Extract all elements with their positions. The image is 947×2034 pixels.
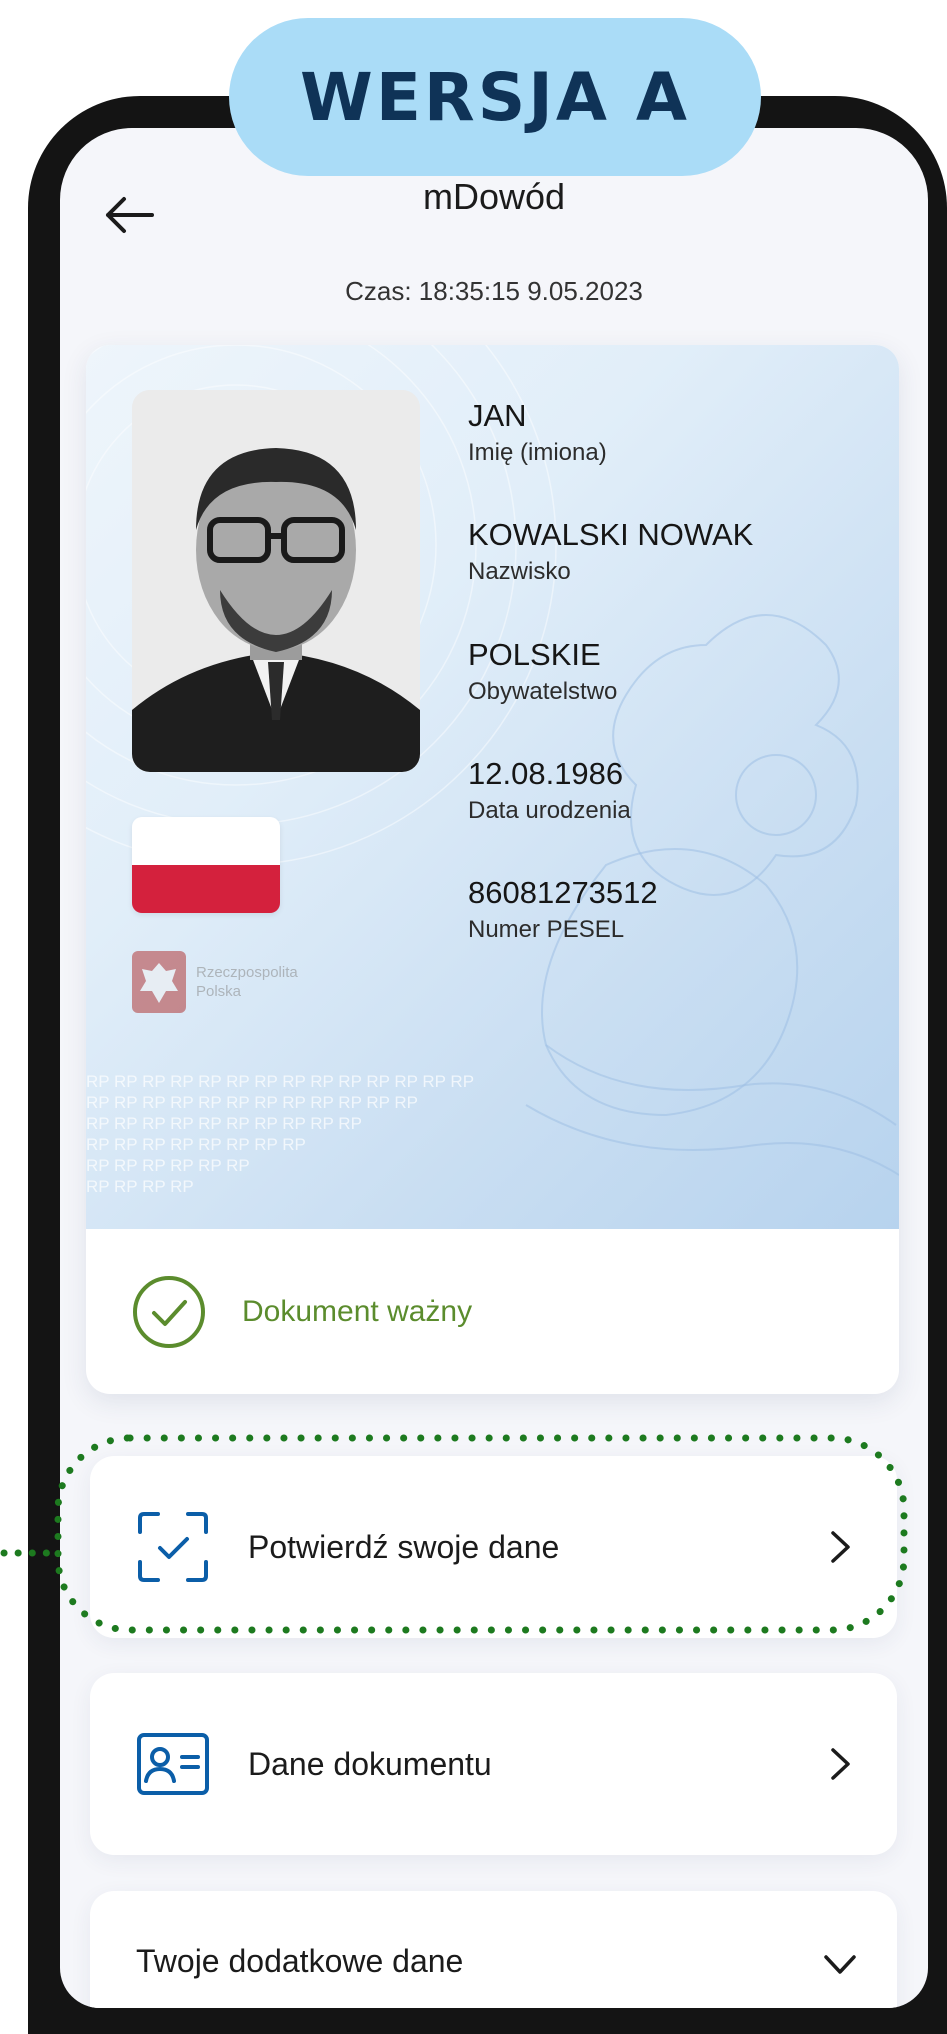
chevron-right-icon (831, 1531, 850, 1563)
field-pesel: 86081273512 Numer PESEL (468, 874, 658, 946)
status-text: Dokument ważny (242, 1294, 473, 1328)
eagle-emblem-icon (132, 951, 186, 1013)
watermark-row: RP RP RP RP RP RP RP RP (86, 1135, 306, 1154)
watermark-row: RP RP RP RP (86, 1177, 194, 1196)
scan-check-icon (138, 1512, 208, 1582)
surname-label: Nazwisko (468, 558, 571, 585)
chevron-right-icon (831, 1748, 850, 1780)
page-title: mDowód (422, 176, 566, 217)
watermark-row: RP RP RP RP RP RP RP RP RP RP (86, 1114, 362, 1133)
version-badge: WERSJA A (229, 18, 761, 176)
citizenship-value: POLSKIE (468, 637, 601, 672)
surname-value: KOWALSKI NOWAK (468, 517, 754, 552)
birth-date-value: 12.08.1986 (468, 756, 624, 791)
document-data-button[interactable]: Dane dokumentu (90, 1673, 897, 1855)
timestamp: Czas: 18:35:15 9.05.2023 (345, 276, 643, 306)
watermark-row: RP RP RP RP RP RP RP RP RP RP RP RP RP R… (86, 1072, 474, 1091)
app-screen: mDowód Czas: 18:35:15 9.05.2023 RP RP RP… (60, 128, 928, 2008)
document-status: Dokument ważny (86, 1229, 899, 1394)
birth-date-label: Data urodzenia (468, 797, 631, 824)
pesel-value: 86081273512 (468, 875, 658, 910)
holder-photo (132, 390, 420, 772)
document-data-label: Dane dokumentu (248, 1745, 492, 1782)
version-label: WERSJA A (300, 58, 690, 136)
field-citizenship: POLSKIE Obywatelstwo (468, 636, 617, 708)
additional-data-toggle[interactable]: Twoje dodatkowe dane (90, 1891, 897, 2008)
pesel-label: Numer PESEL (468, 916, 625, 943)
state-emblem: Rzeczpospolita Polska (132, 951, 298, 1013)
chevron-down-icon (824, 1955, 856, 1974)
id-card-icon (137, 1733, 209, 1795)
watermark-row: RP RP RP RP RP RP (86, 1156, 250, 1175)
first-name-value: JAN (468, 398, 527, 433)
field-first-name: JAN Imię (imiona) (468, 397, 607, 469)
id-card: RP RP RP RP RP RP RP RP RP RP RP RP RP R… (86, 345, 899, 1394)
check-circle-icon (133, 1275, 205, 1348)
watermark-row: RP RP RP RP RP RP RP RP RP RP RP RP (86, 1093, 418, 1112)
first-name-label: Imię (imiona) (468, 439, 607, 466)
additional-data-label: Twoje dodatkowe dane (136, 1943, 464, 1979)
emblem-text-line-2: Polska (196, 983, 242, 1000)
field-birth-date: 12.08.1986 Data urodzenia (468, 755, 631, 827)
emblem-text-line-1: Rzeczpospolita (196, 964, 298, 981)
confirm-data-label: Potwierdź swoje dane (248, 1528, 560, 1565)
polish-flag (132, 817, 280, 913)
citizenship-label: Obywatelstwo (468, 678, 618, 705)
field-surname: KOWALSKI NOWAK Nazwisko (468, 516, 753, 588)
confirm-data-button[interactable]: Potwierdź swoje dane (90, 1456, 897, 1638)
